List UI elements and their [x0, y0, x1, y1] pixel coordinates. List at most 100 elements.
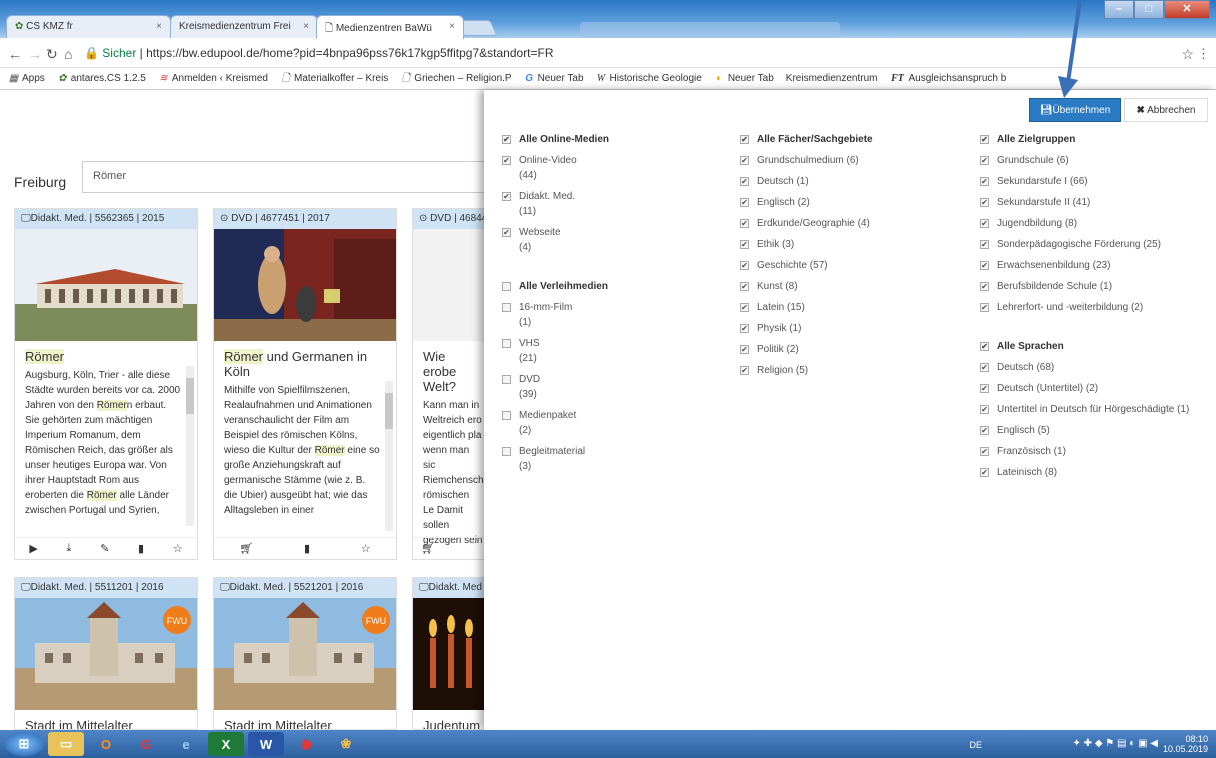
excel-icon[interactable]: X — [208, 732, 244, 756]
checkbox[interactable]: ✔ — [502, 192, 511, 201]
checkbox[interactable]: ✔ — [980, 177, 989, 186]
checkbox[interactable]: ✔ — [980, 240, 989, 249]
checkbox[interactable]: ✔ — [740, 282, 749, 291]
checkbox[interactable] — [502, 339, 511, 348]
start-button[interactable]: ⊞ — [4, 732, 44, 756]
filter-option[interactable]: Medienpaket (2) — [502, 408, 702, 438]
filter-option[interactable]: ✔ Grundschule (6) — [980, 153, 1196, 168]
checkbox[interactable]: ✔ — [980, 468, 989, 477]
card-title[interactable]: Wie erobe Welt? — [413, 341, 483, 396]
favorite-star-icon[interactable]: ☆ — [173, 542, 183, 555]
group-audiences[interactable]: ✔ Alle Zielgruppen — [980, 134, 1196, 145]
card-title[interactable]: Römer — [15, 341, 197, 366]
checkbox[interactable]: ✔ — [980, 447, 989, 456]
filter-option[interactable]: ✔ Online-Video (44) — [502, 153, 702, 183]
checkbox[interactable]: ✔ — [980, 363, 989, 372]
media-card[interactable]: 🖵Didakt. Med. | 5521201 | 2016 FWU Stadt… — [213, 577, 397, 730]
filter-option[interactable]: ✔ Kunst (8) — [740, 279, 970, 294]
filter-option[interactable]: ✔ Religion (5) — [740, 363, 970, 378]
filter-option[interactable]: ✔ Physik (1) — [740, 321, 970, 336]
bookmark-neuer-tab-2[interactable]: ◐ Neuer Tab — [714, 73, 774, 84]
card-image[interactable] — [15, 229, 197, 341]
filter-option[interactable]: ✔ Untertitel in Deutsch für Hörgeschädigt… — [980, 402, 1196, 417]
app-o-icon[interactable]: O — [88, 732, 124, 756]
close-icon[interactable]: × — [156, 21, 162, 32]
bookmark-antares[interactable]: ✿ antares.CS 1.2.5 — [57, 73, 146, 84]
checkbox[interactable]: ✔ — [502, 135, 511, 144]
filter-option[interactable]: ✔ Didakt. Med. (11) — [502, 189, 702, 219]
card-image[interactable]: FWU — [15, 598, 197, 710]
filter-option[interactable]: ✔ Deutsch (1) — [740, 174, 970, 189]
checkbox[interactable]: ✔ — [740, 198, 749, 207]
filter-option[interactable]: ✔ Berufsbildende Schule (1) — [980, 279, 1196, 294]
filter-option[interactable]: ✔ Deutsch (Untertitel) (2) — [980, 381, 1196, 396]
filter-option[interactable]: ✔ Erwachsenenbildung (23) — [980, 258, 1196, 273]
checkbox[interactable]: ✔ — [502, 228, 511, 237]
forward-icon[interactable]: → — [28, 46, 42, 62]
filter-option[interactable]: ✔ Sekundarstufe I (66) — [980, 174, 1196, 189]
apply-button[interactable]: 💾︎Übernehmen — [1029, 98, 1121, 122]
back-icon[interactable]: ← — [8, 46, 22, 62]
checkbox[interactable]: ✔ — [740, 303, 749, 312]
checkbox[interactable]: ✔ — [502, 156, 511, 165]
favorite-star-icon[interactable]: ☆ — [361, 542, 371, 555]
bookmark-griechen[interactable]: 🗋 Griechen – Religion.P — [400, 73, 512, 84]
checkbox[interactable]: ✔ — [740, 366, 749, 375]
filter-option[interactable]: ✔ Latein (15) — [740, 300, 970, 315]
group-lending-media[interactable]: Alle Verleihmedien — [502, 281, 702, 292]
checkbox[interactable]: ✔ — [740, 261, 749, 270]
menu-icon[interactable]: ⋮ — [1197, 46, 1210, 62]
checkbox[interactable] — [502, 375, 511, 384]
checkbox[interactable]: ✔ — [980, 384, 989, 393]
bookmark-geologie[interactable]: W Historische Geologie — [596, 73, 702, 84]
checkbox[interactable]: ✔ — [980, 405, 989, 414]
paw-icon[interactable]: ❀ — [328, 732, 364, 756]
close-window-icon[interactable]: ✕ — [1164, 0, 1210, 19]
group-online-media[interactable]: ✔ Alle Online-Medien — [502, 134, 702, 145]
cart-icon[interactable]: 🛒︎ — [239, 542, 253, 555]
checkbox[interactable]: ✔ — [980, 219, 989, 228]
filter-option[interactable]: DVD (39) — [502, 372, 702, 402]
filter-option[interactable]: ✔ Politik (2) — [740, 342, 970, 357]
card-title[interactable]: Römer und Germanen in Köln — [214, 341, 396, 381]
checkbox[interactable]: ✔ — [740, 177, 749, 186]
clock-time[interactable]: 08:10 — [1163, 734, 1208, 744]
download-icon[interactable]: ⤓ — [67, 542, 72, 555]
checkbox[interactable]: ✔ — [980, 261, 989, 270]
checkbox[interactable]: ✔ — [980, 426, 989, 435]
group-subjects[interactable]: ✔ Alle Fächer/Sachgebiete — [740, 134, 970, 145]
filter-option[interactable]: ✔ Geschichte (57) — [740, 258, 970, 273]
card-title[interactable]: Stadt im Mittelalter — [15, 710, 197, 729]
bookmark-materialkoffer[interactable]: 🗋 Materialkoffer – Kreis — [280, 73, 388, 84]
clock-date[interactable]: 10.05.2019 — [1163, 744, 1208, 754]
filter-option[interactable]: 16-mm-Film (1) — [502, 300, 702, 330]
edit-icon[interactable]: ✎ — [100, 542, 109, 555]
bookmark-neuer-tab-1[interactable]: G Neuer Tab — [524, 73, 583, 84]
media-card[interactable]: 🖵Didakt. Med. | 5511201 | 2016 FWU Stadt… — [14, 577, 198, 730]
checkbox[interactable]: ✔ — [740, 324, 749, 333]
checkbox[interactable]: ✔ — [980, 135, 989, 144]
filter-option[interactable]: ✔ Ethik (3) — [740, 237, 970, 252]
bookmark-apps[interactable]: ▦ Apps — [8, 73, 45, 84]
maximize-icon[interactable]: □ — [1134, 0, 1164, 19]
filter-option[interactable]: ✔ Webseite (4) — [502, 225, 702, 255]
home-icon[interactable]: ⌂ — [64, 46, 72, 62]
play-icon[interactable]: ▶ — [29, 542, 37, 555]
checkbox[interactable]: ✔ — [740, 219, 749, 228]
card-image[interactable]: FWU — [214, 598, 396, 710]
filter-option[interactable]: ✔ Sekundarstufe II (41) — [980, 195, 1196, 210]
filter-option[interactable]: ✔ Jugendbildung (8) — [980, 216, 1196, 231]
word-icon[interactable]: W — [248, 732, 284, 756]
group-languages[interactable]: ✔ Alle Sprachen — [980, 341, 1196, 352]
url-field[interactable]: 🔒 Sicher | https://bw.edupool.de/home?pi… — [84, 43, 1174, 63]
checkbox[interactable]: ✔ — [740, 345, 749, 354]
scrollbar[interactable] — [186, 366, 194, 526]
file-icon[interactable]: ▮ — [304, 542, 310, 555]
checkbox[interactable]: ✔ — [980, 282, 989, 291]
reload-icon[interactable]: ↻ — [46, 46, 58, 63]
checkbox[interactable]: ✔ — [980, 303, 989, 312]
card-title[interactable]: Stadt im Mittelalter (interaktiv) — [214, 710, 396, 729]
bookmark-anmelden[interactable]: ≋ Anmelden ‹ Kreismed — [158, 73, 268, 84]
checkbox[interactable]: ✔ — [740, 135, 749, 144]
bookmark-star-icon[interactable]: ☆ — [1181, 46, 1194, 63]
